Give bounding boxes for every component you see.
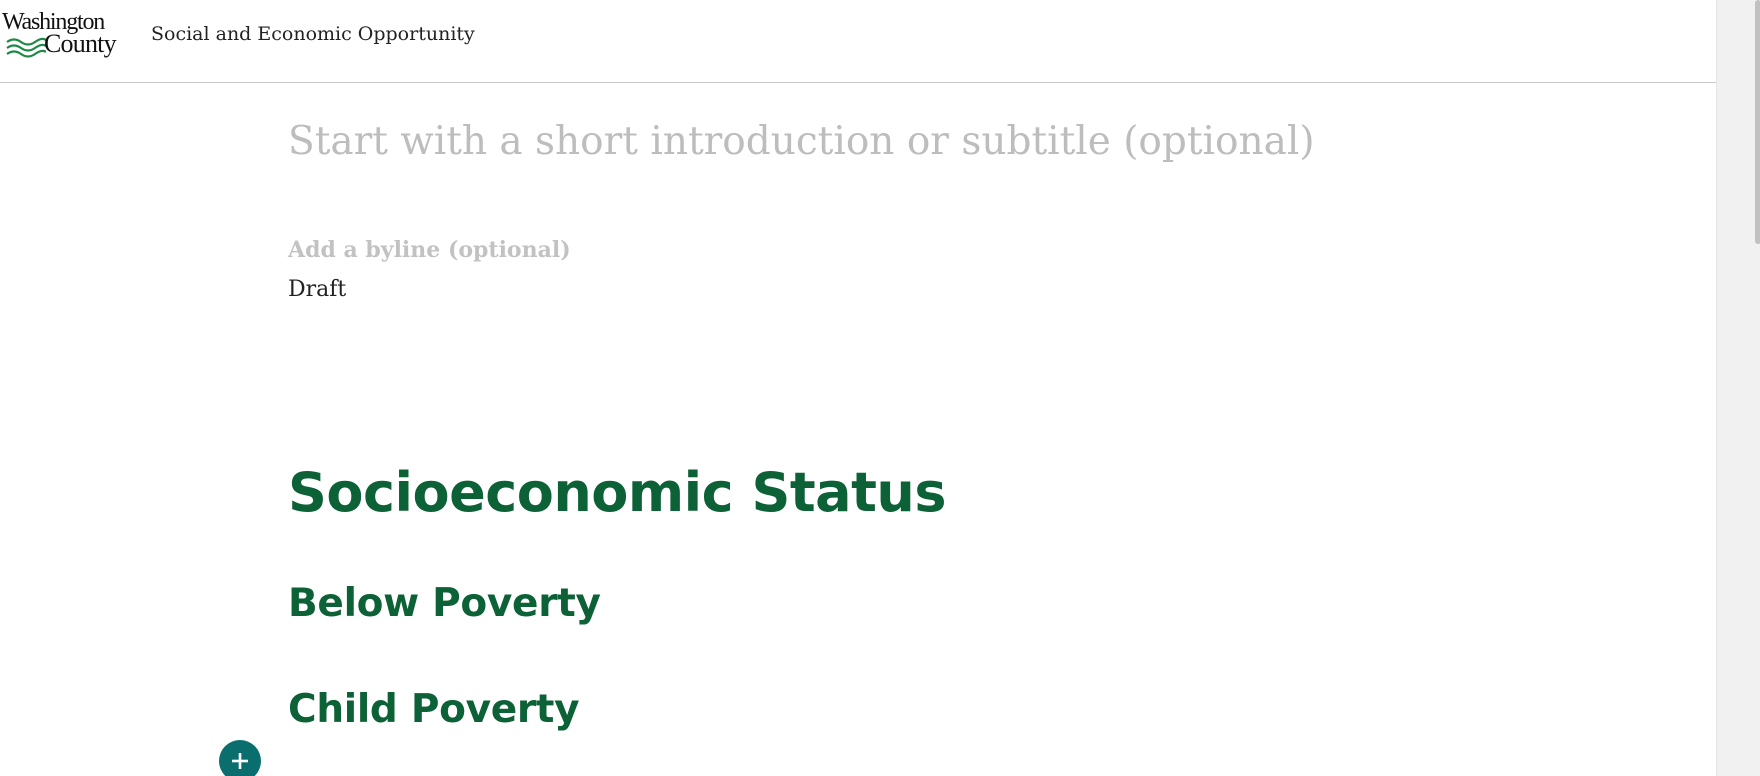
logo-text-county: County xyxy=(44,29,117,58)
washington-county-logo[interactable]: Washington County xyxy=(2,10,130,60)
app-header: Washington County Social and Economic Op… xyxy=(0,0,1716,83)
scrollbar-thumb[interactable] xyxy=(1755,0,1760,244)
subtitle-input[interactable]: Start with a short introduction or subti… xyxy=(288,114,1315,170)
logo-waves-icon xyxy=(6,37,46,58)
site-title[interactable]: Social and Economic Opportunity xyxy=(151,22,475,46)
subheading-below-poverty[interactable]: Below Poverty xyxy=(288,578,601,630)
byline-input[interactable]: Add a byline (optional) xyxy=(288,234,571,266)
section-heading-socioeconomic-status[interactable]: Socioeconomic Status xyxy=(288,458,947,528)
status-label: Draft xyxy=(288,277,347,302)
vertical-scrollbar[interactable] xyxy=(1716,0,1760,776)
subheading-child-poverty[interactable]: Child Poverty xyxy=(288,684,580,736)
add-block-button[interactable] xyxy=(219,740,261,776)
plus-icon xyxy=(232,753,248,769)
